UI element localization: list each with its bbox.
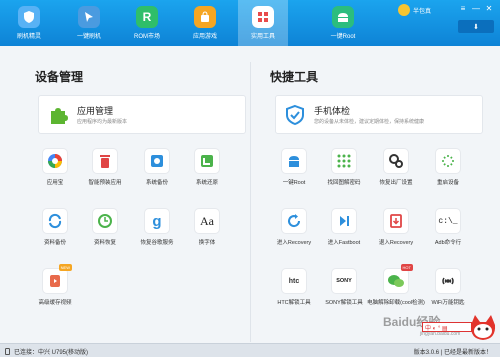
hot-badge: HOT xyxy=(400,264,413,271)
mascot-icon xyxy=(470,315,496,340)
tool-yingyongbao[interactable]: 应用宝 xyxy=(30,148,80,200)
app-management-card[interactable]: 应用管理 应用程序均为最新版本 xyxy=(38,95,246,134)
bag-icon xyxy=(194,6,216,28)
ime-toolbar[interactable]: 中 ◐ ° ▤ xyxy=(422,322,472,332)
tool-one-key-root[interactable]: 一键Root xyxy=(269,148,319,200)
android-icon xyxy=(281,148,307,174)
minimize-icon[interactable]: — xyxy=(471,4,481,13)
download-button[interactable]: ⬇ xyxy=(458,20,494,33)
nav-item-rom[interactable]: R ROM市场 xyxy=(122,0,172,46)
video-icon: NEW xyxy=(42,264,72,294)
tool-factory-reset[interactable]: 恢复出厂设置 xyxy=(371,148,421,200)
avatar xyxy=(398,4,410,16)
window-controls: ≡ — ✕ xyxy=(458,4,494,13)
shield-icon xyxy=(18,6,40,28)
recovery-box-icon xyxy=(383,208,409,234)
font-icon: Aa xyxy=(194,208,220,234)
nav-item-tools[interactable]: 实用工具 xyxy=(238,0,288,46)
tool-enter-fastboot[interactable]: 进入Fastboot xyxy=(319,208,369,260)
tool-adb-command[interactable]: c:\_ Adb命令行 xyxy=(423,208,473,260)
sync-icon xyxy=(42,208,68,234)
tool-htc-unlock[interactable]: htc HTC解锁工具 xyxy=(269,268,319,320)
clock-icon xyxy=(92,208,118,234)
tool-change-font[interactable]: Aa 换字体 xyxy=(182,208,232,260)
tool-reboot-device[interactable]: 重启设备 xyxy=(423,148,473,200)
status-bar: 已连接：中兴 U795(移动版) 版本3.0.6 | 已经是最新版本！ xyxy=(0,343,500,357)
tool-restore-google[interactable]: g 恢复谷歌服务 xyxy=(132,208,182,260)
gears-icon xyxy=(383,148,409,174)
tool-system-restore[interactable]: 系统还原 xyxy=(182,148,232,200)
connection-status: 已连接：中兴 U795(移动版) xyxy=(4,347,88,356)
tool-cache-video[interactable]: NEW 高级缓存视频 xyxy=(30,264,80,320)
top-nav-bar: 刷机精灵 一键刷机 R ROM市场 应用游戏 实用工具 一键Root 半包真 ≡… xyxy=(0,0,500,46)
tool-sony-unlock[interactable]: SONY SONY解锁工具 xyxy=(319,268,369,320)
fastboot-icon xyxy=(331,208,357,234)
wechat-icon: HOT xyxy=(383,264,413,294)
device-management-panel: 设备管理 应用管理 应用程序均为最新版本 应用宝 智能预装应用 系统备份 系统还… xyxy=(20,60,248,345)
nav-item-flash[interactable]: 一键刷机 xyxy=(64,0,114,46)
nav-item-root[interactable]: 一键Root xyxy=(318,0,368,46)
quick-tools-panel: 快捷工具 手机体检 您的设备从未体检，建议定期体检，保持系统健康 一键Root … xyxy=(255,60,493,345)
rom-icon: R xyxy=(136,6,158,28)
htc-icon: htc xyxy=(281,268,307,294)
cursor-icon xyxy=(78,6,100,28)
version-status: 版本3.0.6 | 已经是最新版本！ xyxy=(413,350,492,356)
restore-icon xyxy=(194,148,220,174)
android-icon xyxy=(332,6,354,28)
google-icon: g xyxy=(144,208,170,234)
sony-icon: SONY xyxy=(331,268,357,294)
tool-enter-recovery[interactable]: 进入Recovery xyxy=(269,208,319,260)
trash-icon xyxy=(92,148,118,174)
toolbox-icon xyxy=(252,6,274,28)
shield-check-icon xyxy=(286,104,304,126)
nav-item-apps[interactable]: 应用游戏 xyxy=(180,0,230,46)
reboot-icon xyxy=(435,148,461,174)
nav-item-shuaji[interactable]: 刷机精灵 xyxy=(4,0,54,46)
backup-icon xyxy=(144,148,170,174)
close-icon[interactable]: ✕ xyxy=(484,4,494,13)
pattern-lock-icon xyxy=(331,148,357,174)
tool-system-backup[interactable]: 系统备份 xyxy=(132,148,182,200)
panel-title: 设备管理 xyxy=(35,70,84,84)
panel-title: 快捷工具 xyxy=(270,70,319,84)
yyb-icon xyxy=(42,148,68,174)
tool-unlock-pattern[interactable]: 找回图解密码 xyxy=(319,148,369,200)
menu-icon[interactable]: ≡ xyxy=(458,4,468,13)
tool-uninstall-preinstalled[interactable]: 智能预装应用 xyxy=(80,148,130,200)
new-badge: NEW xyxy=(58,264,72,271)
panel-divider xyxy=(250,62,251,342)
tool-data-restore[interactable]: 资料恢复 xyxy=(80,208,130,260)
user-area[interactable]: 半包真 xyxy=(398,4,431,16)
tool-exit-recovery[interactable]: 退入Recovery xyxy=(371,208,421,260)
puzzle-icon xyxy=(51,108,68,124)
wifi-icon xyxy=(435,268,461,294)
phone-checkup-card[interactable]: 手机体检 您的设备从未体检，建议定期体检，保持系统健康 xyxy=(275,95,483,134)
refresh-icon xyxy=(281,208,307,234)
tool-data-backup[interactable]: 资料备份 xyxy=(30,208,80,260)
phone-icon xyxy=(5,348,10,355)
terminal-icon: c:\_ xyxy=(435,208,461,234)
